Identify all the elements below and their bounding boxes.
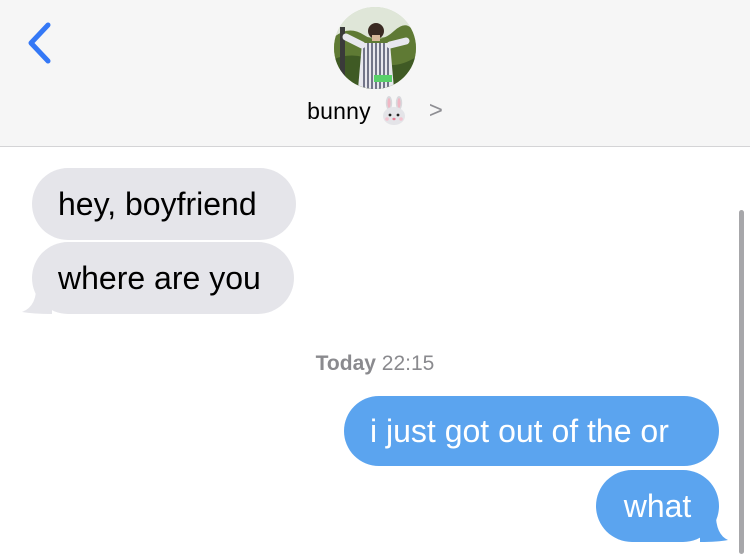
timestamp-day: Today — [315, 352, 376, 375]
back-button[interactable] — [18, 18, 60, 68]
conversation-header: bunny > — [0, 0, 750, 147]
avatar-photo — [334, 7, 416, 89]
incoming-bubble-tail — [22, 282, 52, 314]
timestamp-time: 22:15 — [381, 352, 435, 375]
contact-name: bunny — [307, 97, 371, 124]
messages-screen: bunny > hey, boyfriend where are you Tod… — [0, 0, 750, 554]
rabbit-face-emoji-icon — [381, 96, 407, 126]
message-text: where are you — [58, 260, 261, 296]
message-bubble-outgoing[interactable]: i just got out of the or — [344, 396, 719, 466]
message-timestamp: Today 22:15 — [0, 352, 750, 376]
message-text: i just got out of the or — [370, 413, 669, 449]
chevron-left-icon — [28, 22, 51, 64]
outgoing-bubble-tail — [700, 506, 728, 542]
contact-name-row[interactable]: bunny > — [0, 94, 750, 128]
message-text: hey, boyfriend — [58, 186, 257, 222]
scrollbar[interactable] — [739, 210, 744, 554]
message-text: what — [623, 488, 692, 524]
chevron-right-icon[interactable]: > — [429, 99, 443, 123]
message-bubble-incoming[interactable]: where are you — [32, 242, 294, 314]
message-bubble-incoming[interactable]: hey, boyfriend — [32, 168, 296, 240]
contact-avatar[interactable] — [334, 7, 416, 89]
